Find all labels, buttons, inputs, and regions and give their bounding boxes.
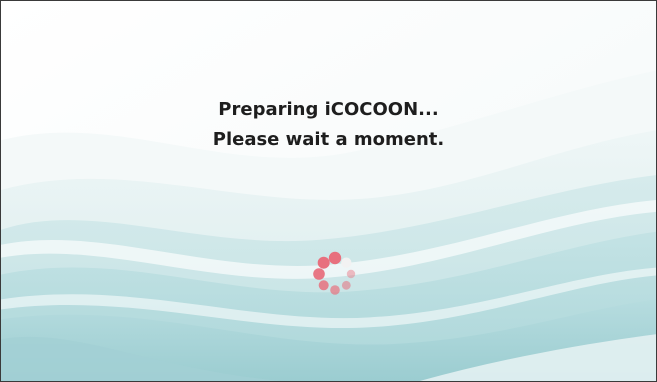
- spinner-dot: [341, 280, 351, 290]
- spinner-dot: [317, 256, 330, 269]
- loading-screen: Preparing iCOCOON... Please wait a momen…: [0, 0, 657, 382]
- loading-message-line2: Please wait a moment.: [212, 129, 445, 150]
- spinner-dot: [328, 251, 342, 265]
- wave-background: [1, 1, 656, 381]
- loading-message-line1: Preparing iCOCOON...: [218, 99, 439, 120]
- spinner-dot: [318, 280, 329, 291]
- spinner-dot: [346, 269, 356, 279]
- spinner-dot: [341, 257, 352, 268]
- loading-message: Preparing iCOCOON... Please wait a momen…: [1, 95, 656, 155]
- spinner-dot: [330, 285, 340, 295]
- spinner-dot: [313, 268, 325, 280]
- loading-spinner-icon: [313, 251, 356, 295]
